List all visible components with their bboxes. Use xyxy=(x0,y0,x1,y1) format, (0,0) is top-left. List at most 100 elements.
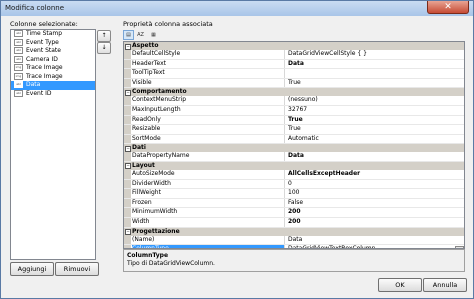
row-gutter xyxy=(124,179,131,189)
property-name: MaxInputLength xyxy=(132,105,285,115)
list-item[interactable]: abl Event Type xyxy=(11,38,95,48)
property-name: (Name) xyxy=(132,235,285,245)
property-value[interactable]: (nessuno) xyxy=(288,96,462,105)
category-header[interactable]: − Aspetto xyxy=(124,42,464,50)
row-gutter xyxy=(124,78,131,88)
property-row[interactable]: AutoSizeMode AllCellsExceptHeader xyxy=(124,169,464,180)
categorized-view-icon[interactable]: ▤ xyxy=(123,30,134,40)
category-header[interactable]: − Dati xyxy=(124,144,464,153)
columns-listbox[interactable]: abl Time Stamp abl Event Type abl Event State… xyxy=(10,29,96,260)
category-name: Comportamento xyxy=(132,88,187,96)
property-value[interactable]: DataGridViewCellStyle { } xyxy=(288,50,462,59)
property-name: FillWeight xyxy=(132,189,285,198)
property-row[interactable]: (Name) Data xyxy=(124,235,464,246)
property-row[interactable]: DataPropertyName Data xyxy=(124,152,464,162)
property-name: AutoSizeMode xyxy=(132,169,285,179)
text-column-icon: abl xyxy=(14,30,23,37)
property-value[interactable]: 32767 xyxy=(288,106,462,115)
collapse-icon[interactable]: − xyxy=(125,229,131,235)
add-button[interactable]: Aggiungi xyxy=(10,262,54,276)
property-grid[interactable]: − Aspetto DefaultCellStyle DataGridViewCell… xyxy=(123,41,465,249)
property-row[interactable]: Resizable True xyxy=(124,125,464,135)
category-name: Aspetto xyxy=(132,42,159,49)
alphabetical-view-icon[interactable]: AZ xyxy=(135,30,146,40)
list-item-label: Data xyxy=(26,81,41,88)
row-gutter xyxy=(124,59,131,69)
row-gutter xyxy=(124,134,131,144)
property-name: DefaultCellStyle xyxy=(132,50,285,59)
text-column-icon: abl xyxy=(14,89,23,97)
property-value[interactable]: True xyxy=(288,79,462,88)
text-column-icon: abl xyxy=(14,81,23,88)
description-title: ColumnType xyxy=(127,252,169,259)
property-name: DataPropertyName xyxy=(132,152,285,161)
property-row[interactable]: FillWeight 100 xyxy=(124,189,464,199)
property-value[interactable]: True xyxy=(288,116,462,125)
category-header[interactable]: − Comportamento xyxy=(124,88,464,97)
arrow-down-icon: ↓ xyxy=(101,44,107,51)
category-header[interactable]: − Layout xyxy=(124,161,464,170)
property-name: Frozen xyxy=(132,198,285,208)
list-item[interactable]: img Trace Image xyxy=(11,72,95,82)
property-row[interactable]: ToolTipText xyxy=(124,69,464,79)
list-item-label: Event State xyxy=(26,47,61,54)
category-name: Layout xyxy=(132,161,155,169)
property-name: ContextMenuStrip xyxy=(132,96,285,105)
property-row[interactable]: MinimumWidth 200 xyxy=(124,208,464,218)
property-pages-icon[interactable]: ▦ xyxy=(148,30,159,40)
category-header[interactable]: − Progettazione xyxy=(124,227,464,236)
row-gutter xyxy=(124,125,131,134)
row-gutter xyxy=(124,169,131,179)
remove-button[interactable]: Rimuovi xyxy=(55,262,99,276)
collapse-icon[interactable]: − xyxy=(125,145,131,152)
row-gutter xyxy=(124,198,131,208)
property-row[interactable]: Width 200 xyxy=(124,217,464,228)
ok-button[interactable]: OK xyxy=(378,278,422,292)
property-row[interactable]: SortMode Automatic xyxy=(124,134,464,145)
property-value[interactable]: Automatic xyxy=(288,135,462,144)
list-item[interactable]: abl Data xyxy=(11,81,95,90)
row-gutter xyxy=(124,217,131,227)
property-row[interactable]: ReadOnly True xyxy=(124,115,464,126)
list-item[interactable]: abl Event ID xyxy=(11,89,95,99)
list-item[interactable]: abl Event State xyxy=(11,47,95,56)
property-value[interactable]: True xyxy=(288,125,462,134)
property-value[interactable]: AllCellsExceptHeader xyxy=(288,170,462,179)
collapse-icon[interactable]: − xyxy=(125,43,131,50)
title-bar: Modifica colonne ✕ xyxy=(1,1,473,16)
row-gutter xyxy=(124,105,131,115)
collapse-icon[interactable]: − xyxy=(125,163,131,170)
property-row[interactable]: Frozen False xyxy=(124,198,464,209)
property-row[interactable]: DefaultCellStyle DataGridViewCellStyle { … xyxy=(124,50,464,60)
property-row[interactable]: ContextMenuStrip (nessuno) xyxy=(124,96,464,106)
property-value[interactable]: 100 xyxy=(288,189,462,198)
property-row[interactable]: MaxInputLength 32767 xyxy=(124,105,464,116)
cancel-button[interactable]: Annulla xyxy=(423,278,467,292)
property-row[interactable]: DividerWidth 0 xyxy=(124,179,464,190)
property-value[interactable]: False xyxy=(288,199,462,208)
property-value[interactable]: 200 xyxy=(288,208,462,217)
collapse-icon[interactable]: − xyxy=(125,89,131,96)
list-item[interactable]: abl Time Stamp xyxy=(11,30,95,39)
close-icon[interactable]: ✕ xyxy=(427,1,469,14)
property-value[interactable]: Data xyxy=(288,60,462,69)
list-item[interactable]: abl Camera ID xyxy=(11,55,95,65)
image-column-icon: img xyxy=(14,64,23,71)
property-value[interactable]: 0 xyxy=(288,180,462,189)
dialog-window: Modifica colonne ✕ Colonne selezionate: … xyxy=(0,0,474,299)
property-value[interactable]: 200 xyxy=(288,218,462,227)
property-name: SortMode xyxy=(132,134,285,144)
image-column-icon: img xyxy=(14,72,23,80)
property-row[interactable]: Visible True xyxy=(124,78,464,89)
property-value[interactable]: Data xyxy=(288,152,462,161)
property-row[interactable]: HeaderText Data xyxy=(124,59,464,70)
property-name: MinimumWidth xyxy=(132,208,285,217)
property-value[interactable]: Data xyxy=(288,236,462,245)
category-name: Progettazione xyxy=(132,227,180,235)
move-up-button[interactable]: ↑ xyxy=(97,30,111,42)
list-item-label: Time Stamp xyxy=(26,30,63,37)
property-value[interactable] xyxy=(288,69,462,78)
property-toolbar: ▤ AZ ▦ xyxy=(123,30,461,40)
list-item[interactable]: img Trace Image xyxy=(11,64,95,73)
move-down-button[interactable]: ↓ xyxy=(97,42,111,54)
